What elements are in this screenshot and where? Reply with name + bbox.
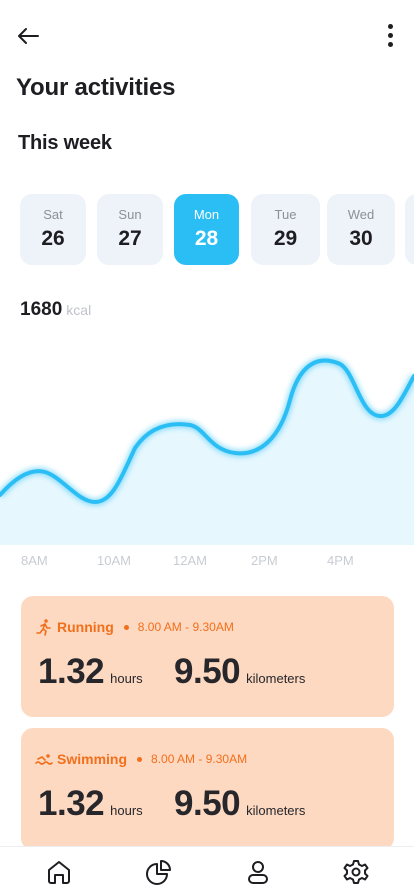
x-tick-label: 8AM: [21, 553, 48, 568]
home-icon: [48, 861, 70, 884]
activity-time: 8.00 AM - 9.30AM: [137, 620, 234, 634]
calories-total: 1680 kcal: [20, 299, 91, 321]
chart-x-axis: 8AM 10AM 12AM 2PM 4PM: [0, 553, 414, 571]
distance-unit: kilometers: [246, 803, 306, 818]
section-title: This week: [18, 132, 112, 154]
activity-header: Running 8.00 AM - 9.30AM: [35, 618, 234, 636]
profile-icon: [248, 861, 268, 884]
day-name: Sun: [118, 207, 142, 222]
duration-value: 1.32: [38, 784, 105, 823]
nav-home[interactable]: [44, 857, 74, 887]
distance-stat: 9.50 kilometers: [174, 652, 305, 692]
x-tick-label: 10AM: [97, 553, 131, 568]
calories-unit: kcal: [66, 302, 92, 318]
day-number: 27: [118, 227, 142, 250]
calories-chart: [0, 330, 414, 545]
day-name: Sat: [43, 207, 63, 222]
day-card-tue[interactable]: Tue 29: [251, 194, 320, 265]
day-number: 30: [349, 227, 373, 250]
day-card-next[interactable]: [405, 194, 414, 265]
duration-unit: hours: [110, 671, 143, 686]
day-number: 29: [273, 227, 298, 250]
duration-stat: 1.32 hours: [38, 652, 143, 692]
activity-time: 8.00 AM - 9.30AM: [151, 752, 248, 766]
day-card-mon[interactable]: Mon 28: [174, 194, 239, 265]
more-vertical-icon: [387, 24, 393, 29]
separator-dot: [123, 624, 129, 630]
nav-settings[interactable]: [341, 857, 371, 887]
activity-card-running[interactable]: Running 8.00 AM - 9.30AM 1.32 hours 9.50…: [21, 596, 394, 717]
day-name: Tue: [274, 207, 297, 222]
distance-stat: 9.50 kilometers: [174, 784, 305, 824]
day-selector: Sat 26 Sun 27 Mon 28 Tue 29 Wed 30: [20, 194, 414, 266]
more-options-button[interactable]: [378, 20, 402, 52]
chart-pie-icon: [146, 860, 171, 885]
settings-icon: [343, 860, 369, 884]
distance-value: 9.50: [174, 784, 241, 823]
day-name: Mon: [193, 207, 220, 222]
x-tick-label: 4PM: [327, 553, 354, 568]
separator-dot: [137, 756, 143, 762]
distance-value: 9.50: [174, 652, 241, 691]
duration-value: 1.32: [38, 652, 105, 691]
day-number: 28: [194, 227, 219, 250]
back-button[interactable]: [14, 22, 44, 50]
activity-name: Swimming: [57, 751, 128, 767]
nav-stats[interactable]: [144, 857, 174, 887]
day-card-sat[interactable]: Sat 26: [20, 194, 86, 265]
swimming-icon: [35, 754, 53, 765]
distance-unit: kilometers: [246, 671, 306, 686]
bottom-nav: [0, 846, 414, 896]
day-name: Wed: [347, 207, 375, 222]
calories-value: 1680: [20, 299, 63, 320]
activity-card-swimming[interactable]: Swimming 8.00 AM - 9.30AM 1.32 hours 9.5…: [21, 728, 394, 850]
top-bar: [0, 0, 414, 70]
day-card-sun[interactable]: Sun 27: [97, 194, 163, 265]
running-icon: [36, 619, 51, 636]
duration-stat: 1.32 hours: [38, 784, 143, 824]
x-tick-label: 12AM: [173, 553, 207, 568]
activity-header: Swimming 8.00 AM - 9.30AM: [35, 750, 247, 768]
arrow-left-icon: [18, 28, 39, 44]
duration-unit: hours: [110, 803, 143, 818]
page-title: Your activities: [16, 74, 176, 101]
day-number: 26: [41, 227, 65, 250]
nav-profile[interactable]: [243, 857, 273, 887]
activity-name: Running: [57, 619, 114, 635]
day-card-wed[interactable]: Wed 30: [327, 194, 395, 265]
x-tick-label: 2PM: [251, 553, 278, 568]
